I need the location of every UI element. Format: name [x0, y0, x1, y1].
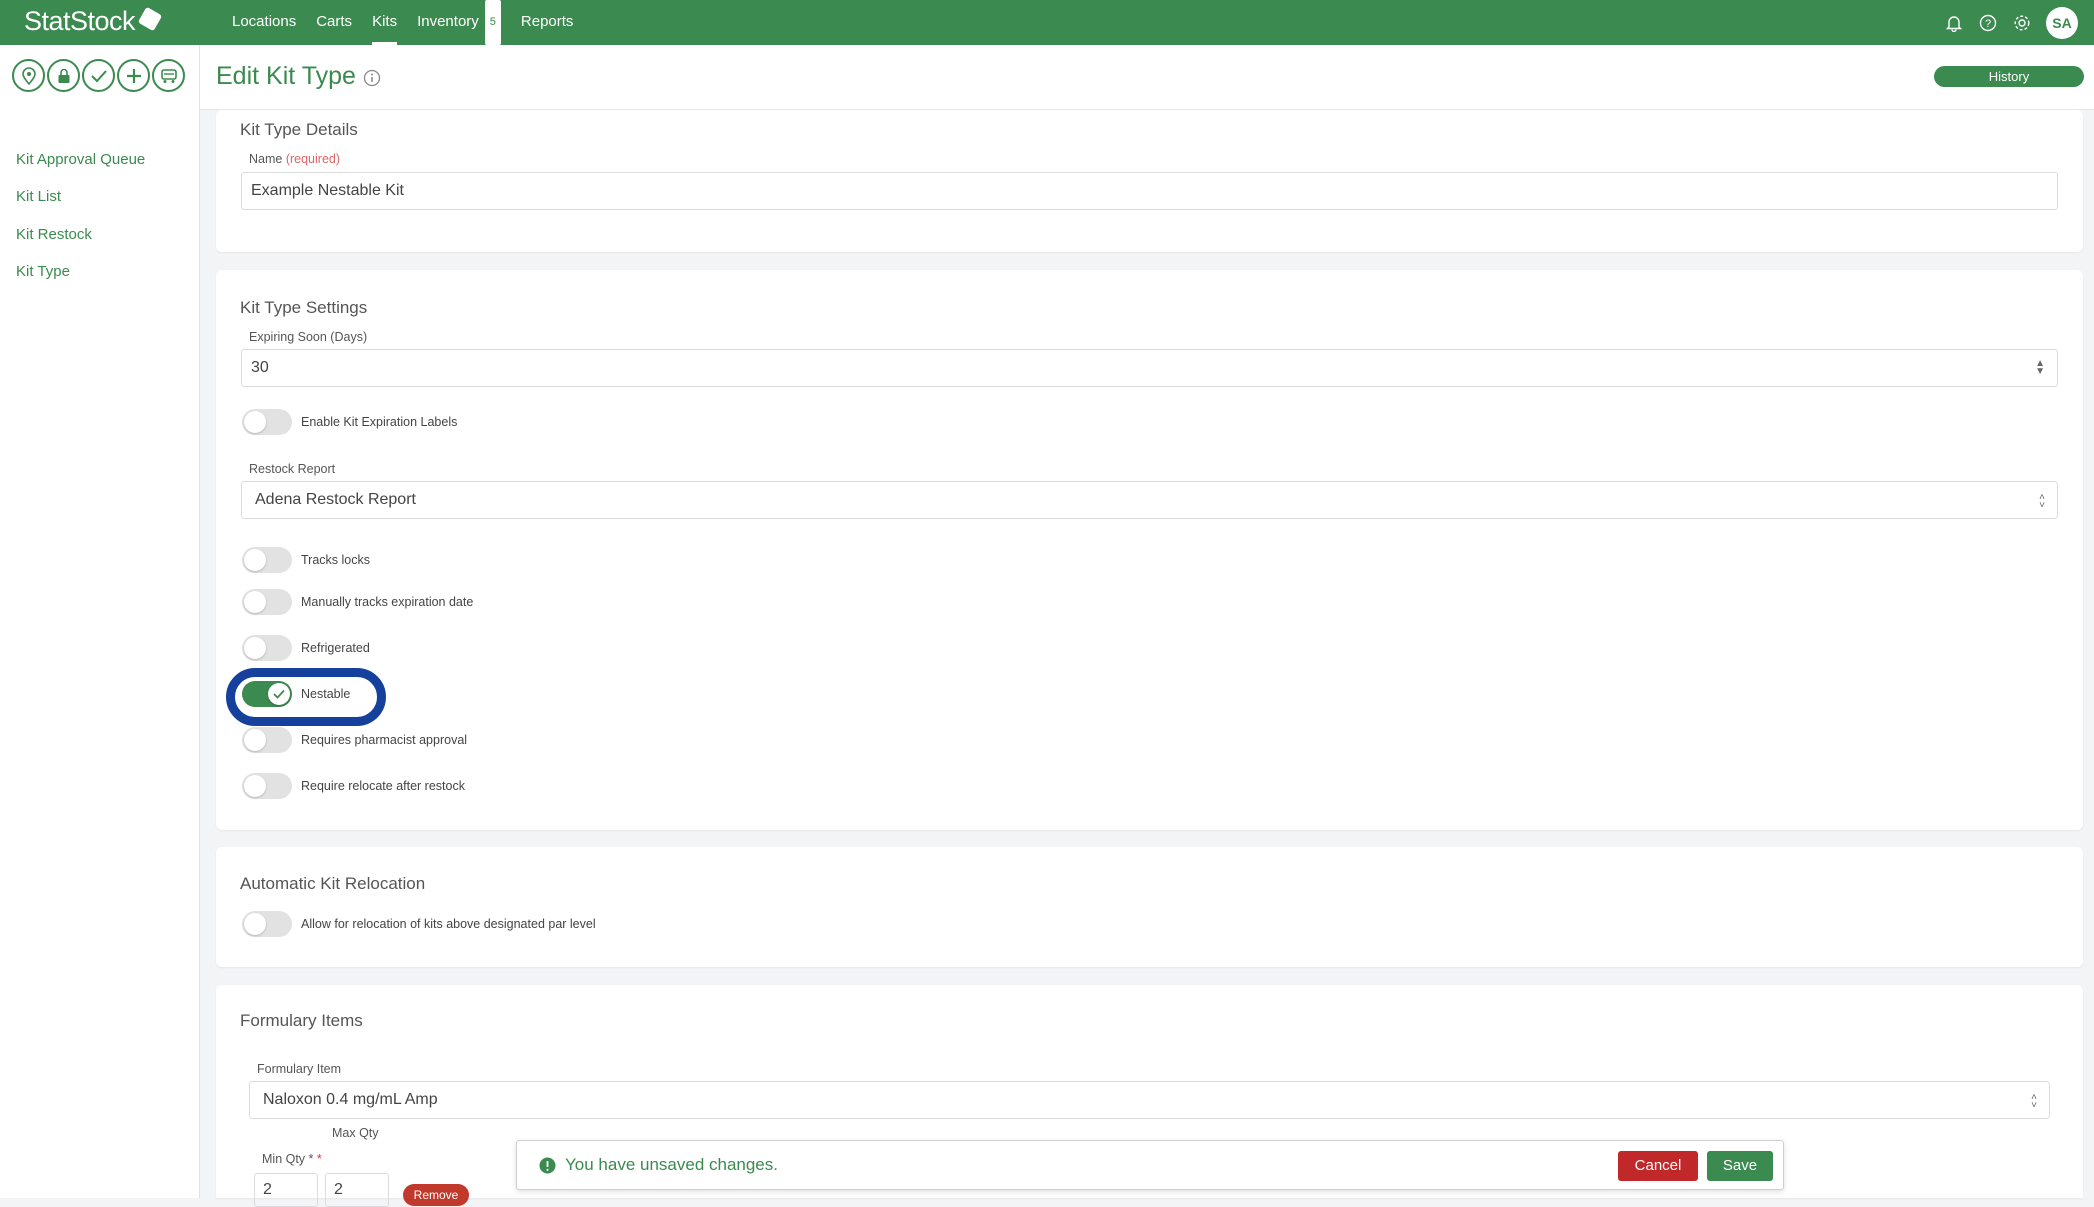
plus-icon[interactable] — [117, 59, 150, 92]
remove-button[interactable]: Remove — [403, 1184, 469, 1206]
nestable-highlight-ring — [226, 668, 386, 726]
unsaved-changes-bar: You have unsaved changes. Cancel Save — [516, 1140, 1784, 1190]
top-right-icons: ? SA — [1944, 0, 2078, 45]
module-icons — [12, 59, 185, 92]
sidebar-item-kit-approval-queue[interactable]: Kit Approval Queue — [16, 151, 145, 168]
lock-icon[interactable] — [47, 59, 80, 92]
formulary-items-title: Formulary Items — [240, 1011, 363, 1030]
restock-report-label: Restock Report — [249, 462, 336, 476]
min-qty-input[interactable]: 2 — [254, 1173, 318, 1207]
expiring-soon-input[interactable]: 30 ▲ ▼ — [241, 349, 2058, 387]
location-pin-icon[interactable] — [12, 59, 45, 92]
tracks-locks-toggle[interactable] — [242, 547, 292, 573]
sidebar-item-kit-list[interactable]: Kit List — [16, 188, 61, 205]
main-nav: Locations Carts Kits Inventory 5 Reports — [222, 0, 583, 45]
svg-text:?: ? — [1985, 18, 1991, 30]
number-stepper-icon[interactable]: ▲ ▼ — [2035, 359, 2045, 377]
toggle-row-pharmacist-approval: Requires pharmacist approval — [242, 726, 467, 754]
nav-inventory-label: Inventory — [417, 13, 479, 30]
expiration-labels-label: Enable Kit Expiration Labels — [301, 415, 458, 429]
alert-icon — [539, 1157, 556, 1179]
relocation-toggle[interactable] — [242, 911, 292, 937]
check-icon[interactable] — [82, 59, 115, 92]
sidebar: Kit Approval Queue Kit List Kit Restock … — [0, 45, 200, 1198]
max-qty-input[interactable]: 2 — [325, 1173, 389, 1207]
name-input[interactable]: Example Nestable Kit — [241, 172, 2058, 210]
formulary-item-select[interactable]: Naloxon 0.4 mg/mL Amp ˄ ˅ — [249, 1081, 2050, 1119]
unsaved-message: You have unsaved changes. — [565, 1155, 778, 1174]
cancel-button[interactable]: Cancel — [1618, 1151, 1698, 1181]
expiration-labels-toggle[interactable] — [242, 409, 292, 435]
user-avatar[interactable]: SA — [2046, 6, 2078, 39]
cart-icon[interactable] — [152, 59, 185, 92]
restock-report-select[interactable]: Adena Restock Report ˄ ˅ — [241, 481, 2058, 519]
toggle-row-manual-expiration: Manually tracks expiration date — [242, 588, 473, 616]
history-button[interactable]: History — [1934, 66, 2084, 87]
expiring-soon-value: 30 — [251, 359, 269, 376]
pharmacist-approval-label: Requires pharmacist approval — [301, 733, 468, 747]
save-button[interactable]: Save — [1707, 1151, 1773, 1181]
kit-relocation-card: Automatic Kit Relocation Allow for reloc… — [216, 847, 2083, 967]
toggle-row-tracks-locks: Tracks locks — [242, 546, 370, 574]
kit-relocation-title: Automatic Kit Relocation — [240, 874, 426, 893]
name-field-label: Name (required) — [249, 152, 340, 166]
required-asterisk: * — [316, 1152, 322, 1166]
nav-kits[interactable]: Kits — [362, 0, 407, 45]
relocate-after-restock-label: Require relocate after restock — [301, 779, 465, 793]
nav-inventory[interactable]: Inventory 5 — [407, 0, 511, 45]
formulary-item-value: Naloxon 0.4 mg/mL Amp — [263, 1091, 438, 1108]
toggle-row-relocation: Allow for relocation of kits above desig… — [242, 910, 596, 938]
refrigerated-label: Refrigerated — [301, 641, 370, 655]
kit-type-settings-card: Kit Type Settings Expiring Soon (Days) 3… — [216, 270, 2083, 830]
top-navbar: StatStock Locations Carts Kits Inventory… — [0, 0, 2094, 45]
inventory-count-badge: 5 — [484, 0, 501, 45]
relocate-after-restock-toggle[interactable] — [242, 773, 292, 799]
page-title: Edit Kit Type — [216, 62, 356, 90]
select-chevron-icon: ˄ ˅ — [2039, 492, 2045, 511]
required-marker: (required) — [285, 152, 341, 166]
toggle-row-relocate-after-restock: Require relocate after restock — [242, 772, 465, 800]
info-icon[interactable] — [363, 69, 381, 92]
gear-icon[interactable] — [2012, 13, 2032, 33]
statstock-logo[interactable]: StatStock — [24, 6, 163, 37]
select-chevron-icon: ˄ ˅ — [2031, 1092, 2037, 1111]
relocation-label: Allow for relocation of kits above desig… — [301, 917, 596, 931]
kit-type-settings-title: Kit Type Settings — [240, 298, 368, 317]
max-qty-label: Max Qty — [332, 1126, 379, 1140]
nav-reports[interactable]: Reports — [511, 0, 584, 45]
expiring-soon-label: Expiring Soon (Days) — [249, 330, 368, 344]
cube-icon — [137, 6, 163, 32]
page-header: Edit Kit Type History — [200, 45, 2094, 110]
refrigerated-toggle[interactable] — [242, 635, 292, 661]
toggle-row-refrigerated: Refrigerated — [242, 634, 370, 662]
name-label-text: Name — [249, 152, 283, 166]
help-icon[interactable]: ? — [1978, 13, 1998, 33]
nav-locations[interactable]: Locations — [222, 0, 306, 45]
tracks-locks-label: Tracks locks — [301, 553, 370, 567]
manual-expiration-label: Manually tracks expiration date — [301, 595, 474, 609]
sidebar-item-kit-type[interactable]: Kit Type — [16, 263, 70, 280]
kit-type-details-title: Kit Type Details — [240, 120, 358, 139]
nav-carts[interactable]: Carts — [306, 0, 362, 45]
pharmacist-approval-toggle[interactable] — [242, 727, 292, 753]
restock-report-value: Adena Restock Report — [255, 491, 416, 508]
formulary-item-label: Formulary Item — [257, 1062, 342, 1076]
min-qty-label-text: Min Qty * — [262, 1152, 314, 1166]
manual-expiration-toggle[interactable] — [242, 589, 292, 615]
min-qty-label: Min Qty * * — [262, 1152, 322, 1166]
kit-type-details-card: Kit Type Details Name (required) Example… — [216, 110, 2083, 252]
toggle-row-expiration-labels: Enable Kit Expiration Labels — [242, 408, 457, 436]
sidebar-item-kit-restock[interactable]: Kit Restock — [16, 226, 92, 243]
bell-icon[interactable] — [1944, 13, 1964, 33]
